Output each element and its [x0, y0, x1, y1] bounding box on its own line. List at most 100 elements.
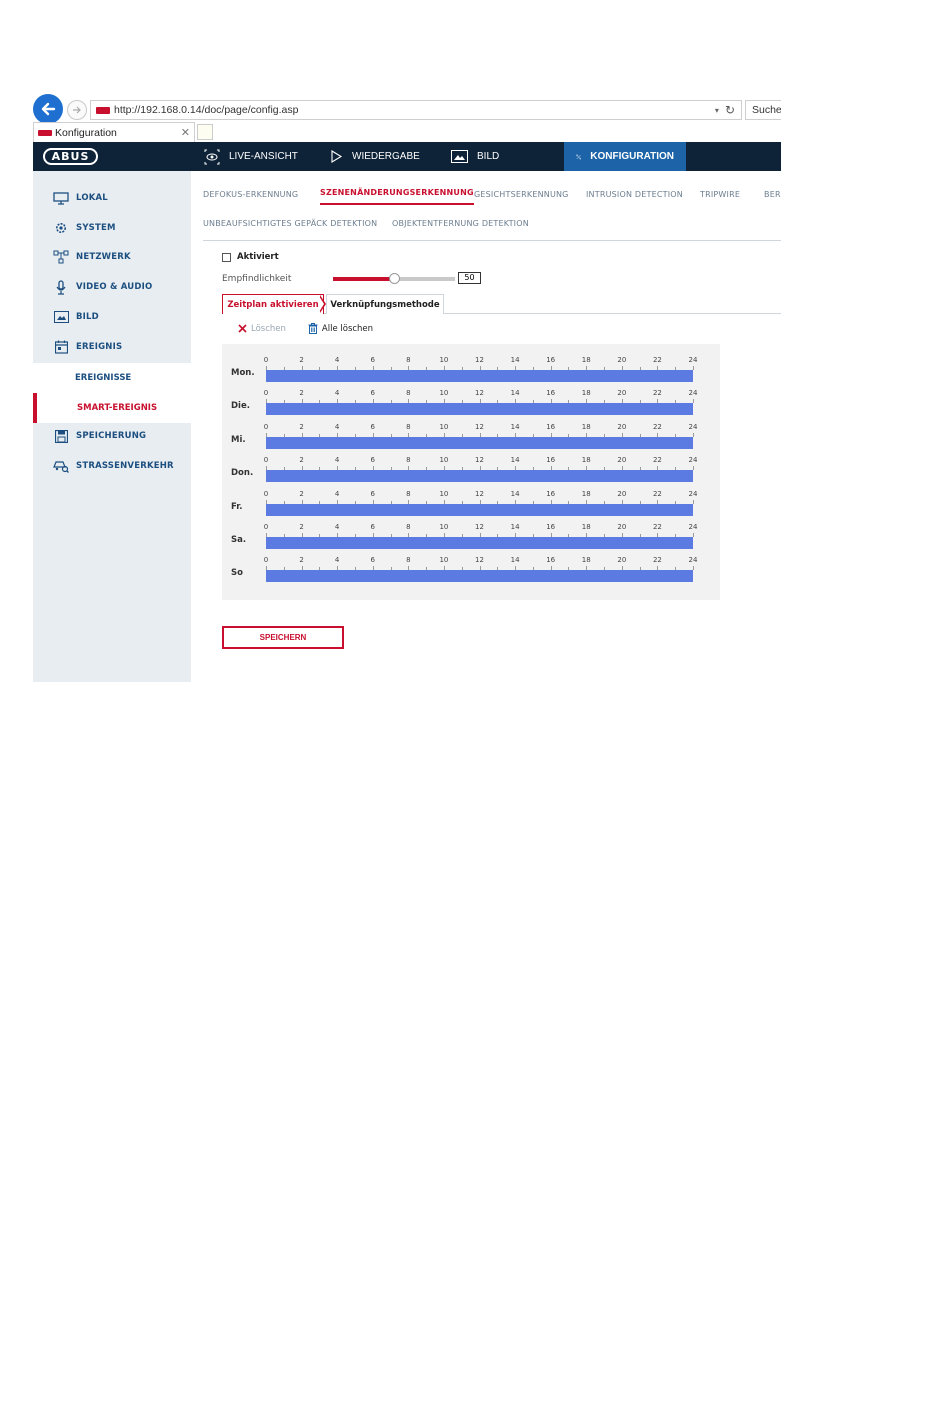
url-text[interactable]: http://192.168.0.14/doc/page/config.asp	[114, 104, 715, 116]
schedule-hour-label: 6	[370, 422, 375, 431]
schedule-hour-label: 18	[581, 422, 591, 431]
sidebar-item-storage[interactable]: Speicherung	[33, 422, 191, 450]
sidebar: Lokal System Netzwerk Video & Audio Bild…	[33, 171, 191, 682]
sensitivity-label: Empfindlichkeit	[222, 274, 292, 284]
tab-intrusion-detection[interactable]: Intrusion Detection	[586, 190, 683, 199]
schedule-hour-label: 2	[299, 422, 304, 431]
schedule-grid: Mon. 0 2 4 6 8 10 12 14 16 18 20 22 24 Die. 0 2 4 6 8 10 12 14…	[222, 344, 720, 600]
browser-forward-button[interactable]	[67, 100, 87, 120]
schedule-row: Sa. 0 2 4 6 8 10 12 14 16 18 20 22 24	[222, 523, 720, 555]
schedule-hour-label: 12	[475, 489, 484, 498]
tab-arming-schedule[interactable]: Zeitplan aktivieren	[222, 294, 324, 314]
schedule-time-bar[interactable]	[266, 370, 693, 382]
schedule-row: Die. 0 2 4 6 8 10 12 14 16 18 20 22 24	[222, 389, 720, 421]
schedule-hour-label: 12	[475, 389, 484, 398]
schedule-row: Don. 0 2 4 6 8 10 12 14 16 18 20 22 24	[222, 456, 720, 488]
sensitivity-value-field[interactable]: 50	[458, 272, 481, 284]
tab-linkage-method[interactable]: Verknüpfungsmethode	[326, 294, 444, 314]
schedule-row: Mon. 0 2 4 6 8 10 12 14 16 18 20 22 24	[222, 356, 720, 388]
schedule-hour-label: 14	[510, 489, 520, 498]
top-navigation-bar: ABUS Live-Ansicht Wiedergabe Bild Konfig…	[33, 142, 781, 171]
sidebar-subitem-events[interactable]: Ereignisse	[33, 363, 191, 393]
schedule-hour-label: 20	[617, 523, 627, 531]
schedule-hour-label: 16	[546, 489, 556, 498]
arrow-left-icon	[41, 102, 56, 116]
schedule-hour-label: 10	[439, 456, 449, 465]
schedule-hour-label: 14	[510, 523, 520, 531]
schedule-hour-label: 22	[652, 523, 662, 531]
image-icon	[451, 150, 468, 163]
tab-more[interactable]: Ber	[764, 190, 781, 199]
tab-defocus-detection[interactable]: Defokus-Erkennung	[203, 190, 298, 199]
schedule-time-bar[interactable]	[266, 537, 693, 549]
schedule-hour-label: 12	[475, 422, 484, 431]
save-button[interactable]: Speichern	[222, 626, 344, 649]
sensitivity-slider[interactable]	[333, 273, 455, 284]
schedule-hour-label: 16	[546, 523, 556, 531]
chevron-down-icon[interactable]: ▾	[715, 106, 719, 115]
tools-icon	[576, 154, 582, 159]
schedule-day-label: Die.	[231, 401, 250, 412]
schedule-hour-label: 20	[617, 356, 627, 364]
browser-search-box[interactable]: Sucher	[745, 100, 781, 120]
schedule-time-bar[interactable]	[266, 470, 693, 483]
tab-tripwire[interactable]: Tripwire	[700, 190, 740, 199]
tab-face-detection[interactable]: Gesichtserkennung	[474, 190, 569, 199]
sidebar-item-system[interactable]: System	[33, 214, 191, 242]
close-icon[interactable]: ✕	[181, 126, 190, 139]
schedule-hour-label: 8	[406, 523, 411, 531]
schedule-hour-label: 0	[263, 523, 269, 531]
schedule-hour-label: 24	[688, 523, 698, 531]
schedule-hour-label: 4	[334, 356, 340, 364]
schedule-time-bar[interactable]	[266, 403, 693, 416]
nav-playback-label: Wiedergabe	[352, 151, 420, 162]
schedule-hour-label: 18	[581, 556, 591, 565]
schedule-hour-label: 4	[334, 456, 340, 465]
sidebar-item-label: Netzwerk	[76, 252, 131, 262]
nav-live-view[interactable]: Live-Ansicht	[204, 142, 298, 171]
schedule-tick-mark	[693, 466, 694, 471]
browser-tab[interactable]: Konfiguration ✕	[33, 122, 195, 142]
schedule-hour-label: 22	[652, 489, 662, 498]
sidebar-item-video-audio[interactable]: Video & Audio	[33, 273, 191, 301]
nav-playback[interactable]: Wiedergabe	[330, 142, 420, 171]
sidebar-item-local[interactable]: Lokal	[33, 184, 191, 212]
schedule-hour-label: 8	[406, 389, 411, 398]
sidebar-item-event[interactable]: Ereignis	[33, 333, 191, 361]
sidebar-subitem-smart-event[interactable]: Smart-Ereignis	[33, 393, 191, 423]
schedule-hour-label: 0	[263, 389, 269, 398]
reload-icon[interactable]: ↻	[725, 103, 735, 117]
schedule-hour-label: 8	[406, 556, 411, 565]
tab-object-removal[interactable]: Objektentfernung Detektion	[392, 219, 529, 228]
schedule-time-bar[interactable]	[266, 503, 693, 516]
schedule-hour-label: 6	[370, 523, 375, 531]
schedule-time-bar[interactable]	[266, 570, 693, 583]
schedule-day-label: Mi.	[231, 434, 246, 445]
delete-button[interactable]: Löschen	[238, 324, 286, 334]
sidebar-item-traffic[interactable]: Straßenverkehr	[33, 452, 191, 480]
enabled-checkbox[interactable]	[222, 252, 231, 262]
schedule-hour-label: 4	[334, 422, 340, 431]
schedule-hour-label: 6	[370, 389, 375, 398]
nav-configuration[interactable]: Konfiguration	[564, 142, 686, 171]
delete-all-button[interactable]: Alle löschen	[308, 323, 373, 334]
network-icon	[53, 250, 69, 264]
schedule-tabs: Zeitplan aktivieren Verknüpfungsmethode	[222, 294, 781, 314]
schedule-hour-label: 20	[617, 456, 627, 465]
tab-unattended-baggage[interactable]: Unbeaufsichtigtes Gepäck Detektion	[203, 219, 377, 228]
browser-back-button[interactable]	[33, 94, 63, 124]
microphone-icon	[53, 279, 69, 295]
schedule-time-bar[interactable]	[266, 436, 693, 449]
address-bar[interactable]: http://192.168.0.14/doc/page/config.asp …	[90, 100, 742, 120]
sidebar-item-image[interactable]: Bild	[33, 303, 191, 331]
schedule-hour-label: 8	[406, 356, 411, 364]
sidebar-item-network[interactable]: Netzwerk	[33, 243, 191, 271]
new-tab-button[interactable]	[197, 124, 213, 140]
sensitivity-slider-thumb[interactable]	[389, 273, 400, 284]
tab-scene-change-detection[interactable]: Szenenänderungserkennung	[320, 188, 474, 205]
schedule-day-label: So	[231, 568, 243, 579]
schedule-hour-label: 0	[263, 422, 269, 431]
nav-image[interactable]: Bild	[451, 142, 499, 171]
schedule-hour-label: 24	[688, 389, 698, 398]
schedule-hour-label: 18	[581, 523, 591, 531]
